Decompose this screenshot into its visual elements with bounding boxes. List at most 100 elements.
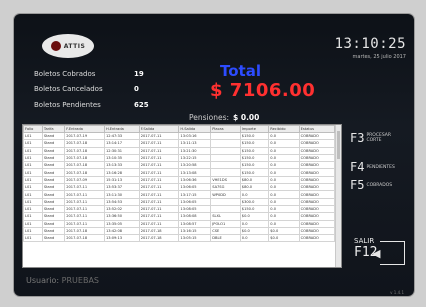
table-cell: 0.0 <box>268 212 300 221</box>
table-row[interactable]: L01 Stand 2017-07-18 13:16:28 2017-07-11 13:1… <box>23 168 336 177</box>
table-cell: 13:13:33 <box>103 161 140 170</box>
table-cell: 13:08:57 <box>178 219 212 228</box>
stat-value: 19 <box>134 70 144 78</box>
table-cell <box>210 131 241 141</box>
column-header[interactable]: Recibido <box>268 125 300 133</box>
column-header[interactable]: F.Salida <box>138 125 180 133</box>
table-cell: DBLE <box>210 234 241 243</box>
stat-label: Boletos Cobrados <box>34 70 96 78</box>
table-cell: COBRADO <box>298 219 336 228</box>
table-cell: 13:54:53 <box>103 197 140 206</box>
table-cell: L01 <box>23 131 43 141</box>
table-cell: 13:11:30 <box>103 190 140 199</box>
column-header[interactable]: Folio <box>23 125 43 133</box>
table-cell: 13:16:15 <box>178 226 212 236</box>
table-cell: 0.0 <box>268 153 300 163</box>
table-cell: $150.0 <box>239 161 270 170</box>
stat-value: 0 <box>134 85 139 93</box>
table-cell: $150.0 <box>239 146 270 155</box>
stat-label: Boletos Pendientes <box>34 101 101 109</box>
table-cell: 2017-07-18 <box>64 139 105 148</box>
exit-arrow-icon[interactable]: ◀ <box>372 241 405 265</box>
f3-label: PROCESAR CORTE <box>366 133 391 143</box>
table-cell <box>210 146 241 155</box>
table-cell: 0.0 <box>239 219 270 228</box>
table-cell: 0.0 <box>268 161 300 170</box>
table-cell: 2017-07-11 <box>138 219 180 228</box>
pensiones-label: Pensiones: <box>189 113 230 122</box>
table-row[interactable]: L01 Stand 2017-07-18 12:30:31 2017-07-11 13:2… <box>23 146 336 155</box>
column-header[interactable]: Placas <box>210 125 241 133</box>
table-cell <box>210 139 241 148</box>
table-cell: L01 <box>23 197 43 206</box>
table-row[interactable]: L01 Stand 2017-07-18 13:13:33 2017-07-11 13:2… <box>23 161 336 170</box>
table-row[interactable]: L01 Stand 2017-07-11 13:54:53 2017-07-11 13:0… <box>23 197 336 206</box>
table-cell: Stand <box>41 212 66 221</box>
f4-key: F4 <box>350 160 365 174</box>
column-header[interactable]: F.Entrada <box>64 125 105 133</box>
column-header[interactable]: Importe <box>239 125 270 133</box>
table-cell: Stand <box>41 146 66 155</box>
table-cell: 2017-07-18 <box>64 153 105 163</box>
table-row[interactable]: L01 Stand 2017-07-11 13:53:37 2017-07-11 13:0… <box>23 183 336 192</box>
table-cell: COBRADO <box>298 175 336 185</box>
table-cell: 2017-07-11 <box>138 161 180 170</box>
f5-cobrados-button[interactable]: F5 COBRADOS <box>350 178 392 192</box>
table-row[interactable]: L01 Stand 2017-07-19 12:47:33 2017-07-11 13:0… <box>23 131 336 141</box>
table-cell: 13:08:05 <box>178 204 212 214</box>
table-cell: 2017-07-11 <box>64 197 105 206</box>
table-row[interactable]: L01 Stand 2017-07-11 13:11:30 2017-07-11 13:1… <box>23 190 336 199</box>
table-cell: 2017-07-11 <box>138 183 180 192</box>
table-cell <box>210 168 241 177</box>
table-cell: 2017-07-11 <box>138 175 180 185</box>
table-cell: 13:35:05 <box>103 219 140 228</box>
f4-pendientes-button[interactable]: F4 PENDIENTES <box>350 160 395 174</box>
table-row[interactable]: L01 Stand 2017-07-11 13:36:50 2017-07-11 13:0… <box>23 212 336 221</box>
user-value: PRUEBAS <box>61 276 99 285</box>
table-cell: Stand <box>41 234 66 243</box>
table-cell: 13:03:16 <box>178 131 212 141</box>
table-cell: 2017-07-18 <box>64 161 105 170</box>
table-cell: 0.0 <box>268 190 300 199</box>
table-row[interactable]: L01 Stand 2017-07-11 13:35:05 2017-07-11 13:0… <box>23 219 336 228</box>
f3-procesar-corte-button[interactable]: F3 PROCESAR CORTE <box>350 131 391 145</box>
table-row[interactable]: L01 Stand 2017-07-18 13:42:08 2017-07-18 13:1… <box>23 226 336 236</box>
table-cell: 2017-07-09 <box>64 175 105 185</box>
table-cell: L01 <box>23 175 43 185</box>
table-cell: COBRADO <box>298 131 336 141</box>
table-cell: 13:20:58 <box>178 161 212 170</box>
table-scrollbar[interactable] <box>335 125 341 267</box>
column-header[interactable]: H.Salida <box>178 125 212 133</box>
table-cell: 0.0 <box>268 219 300 228</box>
column-header[interactable]: Estatus <box>298 125 336 133</box>
table-cell <box>210 197 241 206</box>
table-cell: 0.0 <box>268 183 300 192</box>
table-row[interactable]: L01 Stand 2017-07-09 15:31:13 2017-07-11 13:0… <box>23 175 336 185</box>
table-row[interactable]: L01 Stand 2017-07-18 13:09:13 2017-07-18 13:0… <box>23 234 336 243</box>
table-cell: $0.0 <box>239 212 270 221</box>
table-cell: 2017-07-11 <box>138 131 180 141</box>
table-cell: 0.0 <box>268 197 300 206</box>
table-cell: 13:36:50 <box>103 212 140 221</box>
table-cell: 2017-07-18 <box>138 234 180 243</box>
scrollbar-thumb[interactable] <box>337 131 340 159</box>
table-cell: 13:14:17 <box>103 139 140 148</box>
table-cell: Stand <box>41 226 66 236</box>
column-header[interactable]: H.Entrada <box>103 125 140 133</box>
table-row[interactable]: L01 Stand 2017-07-11 13:52:02 2017-07-11 13:0… <box>23 204 336 214</box>
table-cell: 13:17:15 <box>178 190 212 199</box>
table-cell: SLXL <box>210 212 241 221</box>
table-cell: $150.0 <box>239 168 270 177</box>
table-cell: 2017-07-18 <box>64 234 105 243</box>
arrow-left-icon: ◀ <box>372 247 381 260</box>
main-screen: ATTIS 13:10:25 martes, 25 julio 2017 Bol… <box>14 14 414 296</box>
column-header[interactable]: Tarifa <box>41 125 66 133</box>
table-cell: 13:11:13 <box>178 139 212 148</box>
table-cell: 13:06:05 <box>178 197 212 206</box>
table-row[interactable]: L01 Stand 2017-07-18 13:10:35 2017-07-11 13:2… <box>23 153 336 163</box>
table-row[interactable]: L01 Stand 2017-07-18 13:14:17 2017-07-11 13:1… <box>23 139 336 148</box>
table-cell: WP0DD <box>210 190 241 199</box>
f3-label-line2: CORTE <box>366 138 382 143</box>
table-cell: 0.0 <box>268 146 300 155</box>
table-cell: $150.0 <box>239 153 270 163</box>
